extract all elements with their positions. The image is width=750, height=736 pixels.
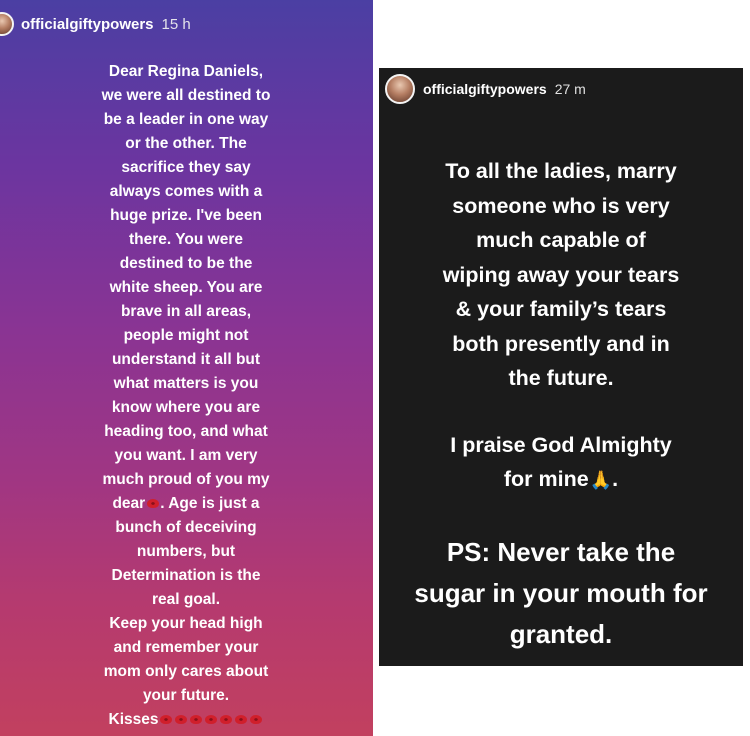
story-line: be a leader in one way [103, 111, 269, 128]
story-line: brave in all areas, [120, 303, 252, 320]
story-line: wiping away your tears [442, 262, 680, 287]
story-line: always comes with a [109, 183, 263, 200]
username[interactable]: officialgiftypowers [423, 81, 547, 97]
story-line: we were all destined to [101, 87, 271, 104]
story-line: much proud of you my [102, 471, 270, 488]
story-line: numbers, but [136, 543, 236, 560]
story-line: Determination is the [111, 567, 261, 584]
story-line: understand it all but [111, 351, 261, 368]
story-line: & your family’s tears [455, 297, 667, 321]
story-line: or the other. The [125, 135, 247, 152]
mine-text: for mine [503, 467, 589, 491]
story-line: huge prize. I've been [110, 207, 262, 224]
story-line: what matters is you [113, 375, 259, 392]
story-line: white sheep. You are [109, 279, 263, 296]
age-text: . Age is just a [160, 495, 260, 512]
lips-icon [204, 715, 217, 725]
story-line: people might not [123, 327, 249, 344]
story-text: To all the ladies, marry someone who is … [385, 154, 737, 655]
story-line: granted. [509, 618, 613, 649]
lips-icon [234, 715, 247, 725]
story-line: someone who is very [452, 193, 670, 218]
lips-icon [219, 715, 232, 725]
story-line-dear: dear . Age is just a [66, 492, 306, 516]
lips-icon [159, 715, 172, 725]
story-line: there. You were [129, 231, 243, 248]
story-line: much capable of [476, 228, 646, 252]
story-line: and remember your [113, 639, 259, 656]
lips-icon [249, 715, 262, 725]
story-line: the future. [508, 366, 614, 390]
story-line: To all the ladies, marry [445, 159, 677, 183]
avatar[interactable] [385, 74, 415, 104]
story-line-kisses: Kisses [66, 708, 306, 732]
story-line: bunch of deceiving [115, 519, 257, 536]
story-header: officialgiftypowers 15 h [0, 12, 191, 36]
avatar[interactable] [0, 12, 14, 36]
story-line: Dear Regina Daniels, [108, 63, 264, 80]
kisses-text: Kisses [108, 711, 159, 728]
story-line: Keep your head high [109, 615, 263, 632]
story-panel-right: officialgiftypowers 27 m To all the ladi… [379, 68, 743, 666]
story-panel-left: officialgiftypowers 15 h Dear Regina Dan… [0, 0, 373, 736]
story-line: mom only cares about [103, 663, 269, 680]
story-line: your future. [142, 687, 230, 704]
story-line: destined to be the [119, 255, 253, 272]
story-line: both presently and in [452, 331, 670, 356]
story-line: you want. I am very [114, 447, 258, 464]
story-line: sugar in your mouth for [414, 577, 708, 608]
lips-icon [174, 715, 187, 725]
story-line: real goal. [151, 591, 221, 608]
lips-icon [146, 499, 159, 509]
story-line: know where you are [111, 399, 261, 416]
story-line: heading too, and what [104, 423, 268, 440]
timestamp: 15 h [161, 15, 191, 33]
praying-hands-icon: 🙏 [589, 470, 613, 490]
lips-icon [189, 715, 202, 725]
story-line-mine: for mine🙏. [385, 462, 737, 498]
story-line: sacrifice they say [121, 159, 251, 176]
username[interactable]: officialgiftypowers [21, 16, 154, 33]
story-text: Dear Regina Daniels, we were all destine… [66, 60, 306, 732]
story-line: I praise God Almighty [450, 432, 672, 457]
story-line: PS: Never take the [446, 536, 676, 567]
timestamp: 27 m [554, 81, 586, 97]
story-header: officialgiftypowers 27 m [385, 74, 586, 104]
dear-text: dear [112, 495, 146, 512]
period-text: . [612, 467, 619, 491]
